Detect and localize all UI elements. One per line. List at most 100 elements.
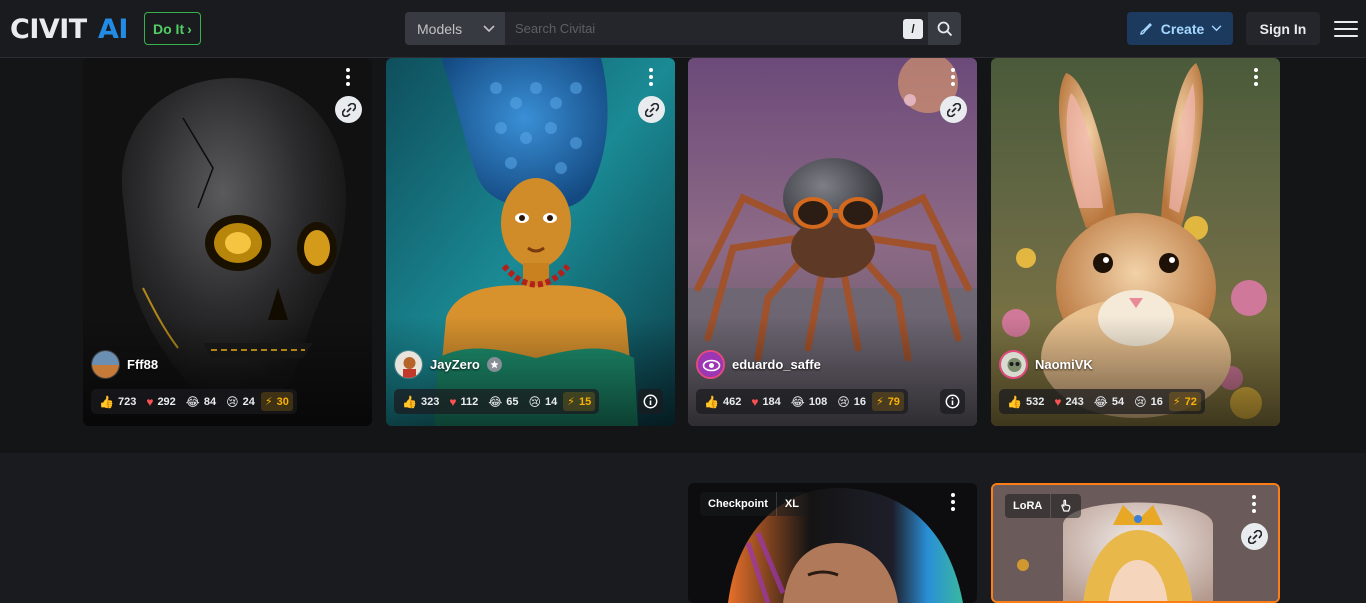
laugh-reaction[interactable]: 😂 84	[182, 396, 220, 408]
laugh-icon: 😂	[790, 394, 805, 409]
thumbs-up-icon: 👍	[704, 394, 719, 409]
chevron-right-icon: ›	[187, 20, 192, 37]
info-icon[interactable]	[638, 389, 663, 414]
model-type-tag: Checkpoint	[708, 498, 768, 510]
chevron-down-icon	[1211, 25, 1222, 32]
do-it-button[interactable]: Do It ›	[144, 12, 201, 45]
card-user[interactable]: eduardo_saffe	[696, 350, 821, 379]
username: Fff88	[127, 357, 159, 372]
models-feed: Checkpoint XL LoRA	[0, 453, 1366, 603]
cry-icon: 😢	[1134, 394, 1147, 409]
avatar	[91, 350, 120, 379]
search-input[interactable]	[505, 12, 928, 45]
chevron-down-icon	[483, 24, 495, 32]
more-options-icon[interactable]	[641, 66, 661, 88]
heart-reaction[interactable]: ♥ 243	[1050, 396, 1087, 408]
cry-reaction[interactable]: 😢 14	[524, 396, 561, 408]
top-header: CIVIT AI Do It › Models / Create Sign In	[0, 0, 1366, 58]
reactions-bar: 👍 723 ♥ 292 😂 84 😢 24 ⚡ 30	[91, 389, 297, 414]
sign-in-button[interactable]: Sign In	[1246, 12, 1320, 45]
laugh-reaction[interactable]: 😂 65	[484, 396, 522, 408]
image-card[interactable]: JayZero 👍 323 ♥ 112 😂 65 😢 14 ⚡ 15	[386, 58, 675, 426]
reactions-bar: 👍 462 ♥ 184 😂 108 😢 16 ⚡ 79	[696, 389, 908, 414]
create-button[interactable]: Create	[1127, 12, 1233, 45]
image-card[interactable]: NaomiVK 👍 532 ♥ 243 😂 54 😢 16 ⚡ 72	[991, 58, 1280, 426]
image-card[interactable]: eduardo_saffe 👍 462 ♥ 184 😂 108 😢 16 ⚡ 79	[688, 58, 977, 426]
buzz-tip[interactable]: ⚡ 30	[260, 392, 293, 411]
heart-reaction[interactable]: ♥ 112	[445, 396, 482, 408]
reactions-bar: 👍 323 ♥ 112 😂 65 😢 14 ⚡ 15	[394, 389, 600, 414]
laugh-icon: 😂	[1093, 394, 1108, 409]
brush-icon	[1140, 22, 1152, 35]
lightning-icon: ⚡	[1172, 396, 1181, 408]
like-reaction[interactable]: 👍 723	[95, 396, 140, 408]
card-user[interactable]: Fff88	[91, 350, 158, 379]
search-bar: Models /	[405, 12, 961, 45]
more-options-icon[interactable]	[1244, 493, 1264, 515]
search-button[interactable]	[928, 12, 961, 45]
laugh-reaction[interactable]: 😂 54	[1090, 396, 1128, 408]
images-feed: Fff88 👍 723 ♥ 292 😂 84 😢 24 ⚡ 30 JayZero…	[0, 58, 1366, 453]
cry-reaction[interactable]: 😢 16	[833, 396, 870, 408]
cry-icon: 😢	[226, 394, 239, 409]
heart-icon: ♥	[1054, 394, 1062, 409]
username: eduardo_saffe	[732, 357, 821, 372]
avatar	[696, 350, 725, 379]
heart-reaction[interactable]: ♥ 184	[747, 396, 784, 408]
thumbs-up-icon: 👍	[99, 394, 114, 409]
cry-reaction[interactable]: 😢 24	[222, 396, 259, 408]
do-it-label: Do It	[153, 20, 185, 37]
buzz-tip[interactable]: ⚡ 72	[1168, 392, 1201, 411]
avatar	[999, 350, 1028, 379]
heart-icon: ♥	[146, 394, 154, 409]
heart-reaction[interactable]: ♥ 292	[142, 396, 179, 408]
search-shortcut-key: /	[903, 19, 923, 39]
more-options-icon[interactable]	[338, 66, 358, 88]
base-model-tag: XL	[775, 492, 807, 516]
heart-icon: ♥	[751, 394, 759, 409]
like-reaction[interactable]: 👍 532	[1003, 396, 1048, 408]
lightning-icon: ⚡	[875, 396, 884, 408]
link-icon[interactable]	[335, 96, 362, 123]
buzz-tip[interactable]: ⚡ 79	[871, 392, 904, 411]
info-icon[interactable]	[940, 389, 965, 414]
like-reaction[interactable]: 👍 462	[700, 396, 745, 408]
laugh-icon: 😂	[488, 394, 503, 409]
cry-icon: 😢	[528, 394, 541, 409]
thumbs-up-icon: 👍	[1007, 394, 1022, 409]
username: NaomiVK	[1035, 357, 1093, 372]
hand-pointer-icon	[1050, 494, 1081, 518]
avatar	[394, 350, 423, 379]
verified-star-icon	[486, 357, 502, 372]
model-type-tags: LoRA	[1005, 494, 1082, 518]
more-options-icon[interactable]	[943, 66, 963, 88]
reactions-bar: 👍 532 ♥ 243 😂 54 😢 16 ⚡ 72	[999, 389, 1205, 414]
card-user[interactable]: NaomiVK	[999, 350, 1093, 379]
create-label: Create	[1160, 20, 1205, 37]
lightning-icon: ⚡	[567, 396, 575, 408]
image-card[interactable]: Fff88 👍 723 ♥ 292 😂 84 😢 24 ⚡ 30	[83, 58, 372, 426]
hamburger-menu-icon[interactable]	[1334, 18, 1358, 40]
civitai-logo[interactable]: CIVIT AI	[10, 14, 134, 42]
link-icon[interactable]	[638, 96, 665, 123]
heart-icon: ♥	[449, 394, 457, 409]
like-reaction[interactable]: 👍 323	[398, 396, 443, 408]
search-icon	[937, 21, 952, 36]
card-user[interactable]: JayZero	[394, 350, 502, 379]
model-card[interactable]: Checkpoint XL	[688, 483, 977, 603]
more-options-icon[interactable]	[1246, 66, 1266, 88]
cry-icon: 😢	[837, 394, 850, 409]
thumbs-up-icon: 👍	[402, 394, 417, 409]
laugh-reaction[interactable]: 😂 108	[787, 396, 831, 408]
buzz-tip[interactable]: ⚡ 15	[563, 392, 596, 411]
lightning-icon: ⚡	[264, 396, 273, 408]
more-options-icon[interactable]	[943, 491, 963, 513]
link-icon[interactable]	[940, 96, 967, 123]
models-select[interactable]: Models	[405, 12, 505, 45]
model-type-tag: LoRA	[1013, 500, 1043, 512]
svg-text:CIVIT: CIVIT	[10, 14, 88, 42]
link-icon[interactable]	[1241, 523, 1268, 550]
cry-reaction[interactable]: 😢 16	[1130, 396, 1167, 408]
model-card[interactable]: LoRA	[991, 483, 1280, 603]
svg-text:AI: AI	[98, 14, 128, 42]
